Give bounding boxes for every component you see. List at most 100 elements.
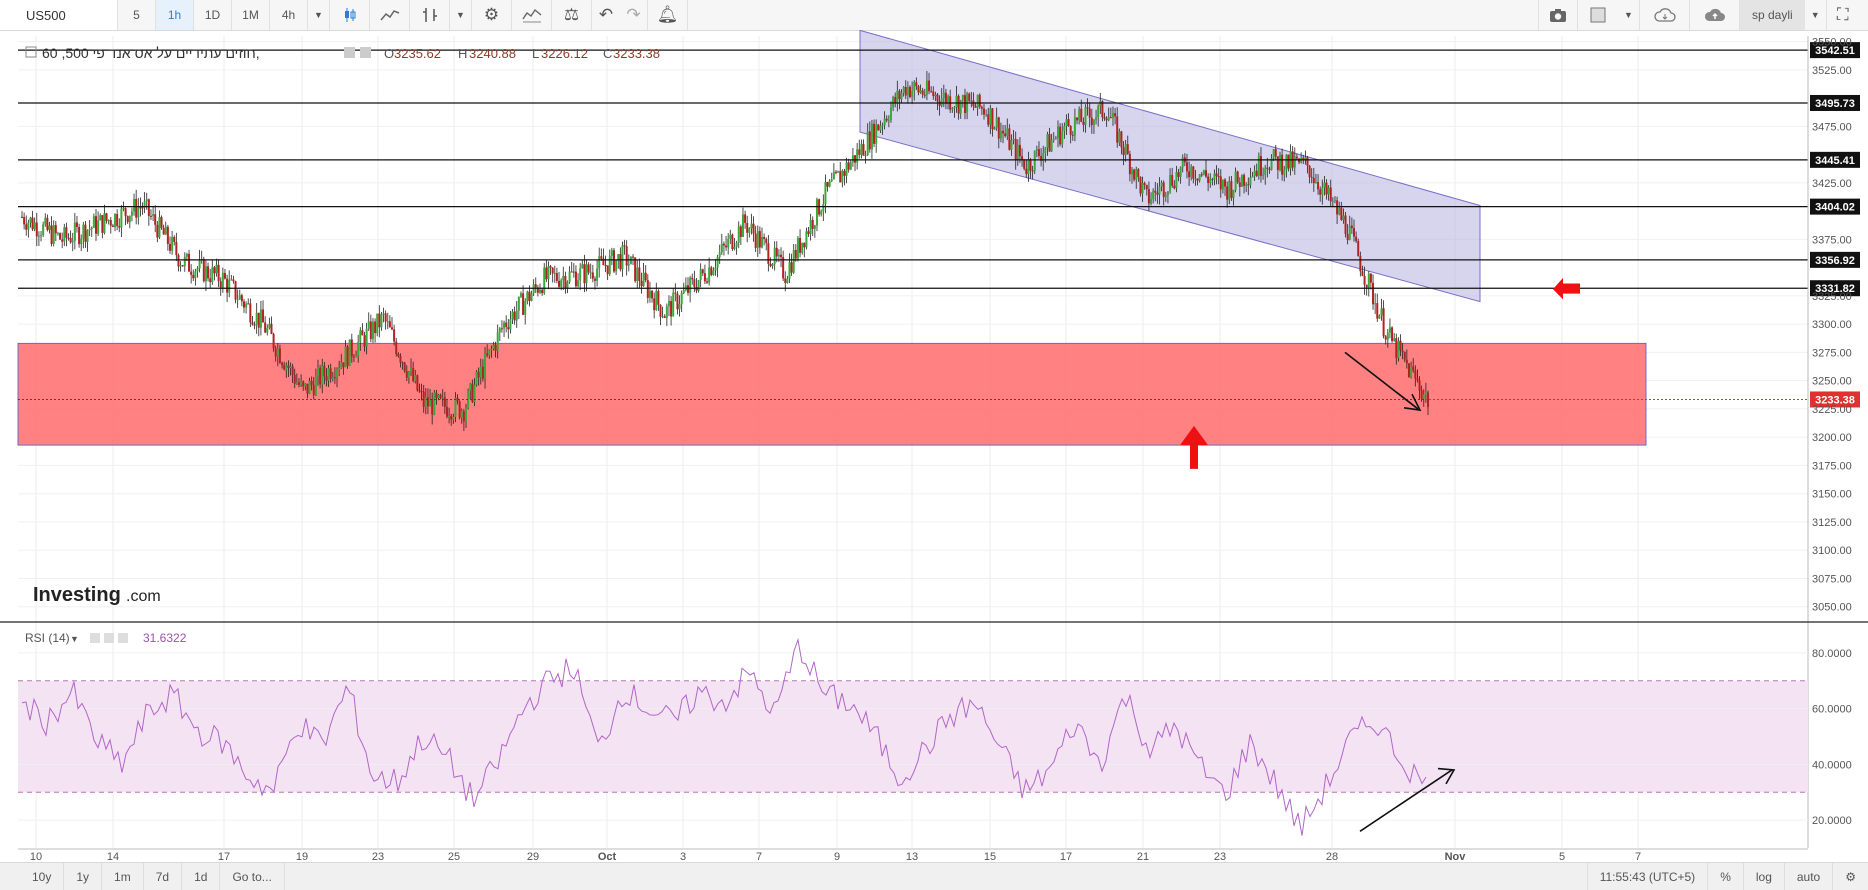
candle-body [980,106,983,109]
interval-1h-button[interactable]: 1h [156,0,194,30]
interval-4h-button[interactable]: 4h [270,0,308,30]
undo-icon[interactable]: ↶ [592,0,620,30]
layout-dropdown-icon[interactable]: ▼ [1618,0,1640,30]
candle-body [1188,171,1191,178]
candle-body [245,303,248,308]
legend-close-icon[interactable] [360,47,371,58]
candle-body [477,371,480,378]
cloud-save-icon[interactable] [1690,0,1740,30]
candle-body [541,289,544,294]
layout-square-icon[interactable] [1578,0,1618,30]
rsi-settings-icon[interactable] [104,633,114,643]
percent-scale-button[interactable]: % [1707,863,1743,890]
chart-type-dropdown-icon[interactable]: ▼ [450,0,472,30]
candle-body [883,118,886,126]
rsi-tick-label: 20.0000 [1812,815,1852,827]
candle-body [549,266,552,268]
descending-channel[interactable] [859,29,1481,303]
candle-body [1397,340,1400,359]
candle-body [86,230,89,242]
candle-body [1063,126,1066,132]
range-10y-button[interactable]: 10y [0,863,65,890]
candle-body [509,319,512,330]
candle-body [458,401,461,418]
interval-1m-button[interactable]: 1M [232,0,270,30]
fullscreen-icon[interactable]: ⛶ [1827,0,1859,30]
range-7d-button[interactable]: 7d [144,863,183,890]
range-1y-button[interactable]: 1y [64,863,103,890]
user-layout-button[interactable]: sp dayli [1740,0,1805,30]
candle-body [1407,363,1410,378]
support-zone[interactable] [17,342,1647,446]
candle-body [638,267,641,281]
legend-visibility-icon[interactable] [344,47,355,58]
candle-body [1173,185,1176,189]
close-label: C [603,46,612,61]
candle-body [615,259,618,272]
interval-5-button[interactable]: 5 [118,0,156,30]
candle-body [31,217,34,230]
interval-dropdown-icon[interactable]: ▼ [308,0,330,30]
candlestick-icon[interactable] [330,0,370,30]
candle-body [780,254,783,258]
price-chart-svg[interactable]: 3542.513495.733445.413404.023356.923331.… [0,29,1868,863]
candle-body [378,313,381,328]
range-1d-button[interactable]: 1d [182,863,221,890]
interval-1d-button[interactable]: 1D [194,0,232,30]
candle-body [391,327,393,330]
ohlc-bars-icon[interactable] [410,0,450,30]
log-scale-button[interactable]: log [1742,863,1784,890]
rsi-close-icon[interactable] [118,633,128,643]
x-tick-label: 23 [1214,851,1226,862]
compare-scale-icon[interactable]: ⚖ [552,0,592,30]
legend-collapse-icon[interactable] [25,46,37,58]
candle-body [746,222,749,233]
rsi-dropdown-icon[interactable]: ▼ [70,634,79,644]
candle-body [824,182,827,204]
candle-body [733,246,736,250]
candle-body [1399,340,1402,351]
candle-body [1365,284,1368,288]
candle-body [1249,177,1252,186]
x-tick-label: 9 [834,851,840,862]
auto-scale-button[interactable]: auto [1783,863,1832,890]
candle-body [1393,338,1396,342]
price-tick-label: 3200.00 [1812,432,1852,444]
user-layout-dropdown-icon[interactable]: ▼ [1805,0,1827,30]
range-1m-button[interactable]: 1m [102,863,144,890]
alert-bell-icon[interactable]: 🔔︎ [648,0,688,30]
candle-body [663,316,666,318]
candle-body [183,256,186,267]
settings-gear-icon[interactable]: ⚙ [472,0,512,30]
candle-body [564,275,567,289]
redo-icon[interactable]: ↷ [620,0,648,30]
candle-body [680,292,683,305]
goto-button[interactable]: Go to... [220,863,285,890]
candle-body [1247,184,1250,186]
candle-body [319,367,322,385]
candle-body [989,108,992,125]
rsi-visibility-icon[interactable] [90,633,100,643]
line-chart-icon[interactable] [370,0,410,30]
price-tick-label: 3225.00 [1812,404,1852,416]
candle-body [826,182,829,187]
candle-body [856,149,859,163]
candle-body [1092,120,1095,126]
candle-body [701,269,704,274]
indicators-icon[interactable] [512,0,552,30]
cloud-load-icon[interactable] [1640,0,1690,30]
camera-icon[interactable] [1538,0,1578,30]
candle-body [223,272,226,279]
candle-body [1008,128,1011,150]
candle-body [164,226,167,235]
symbol-input[interactable]: US500 [0,0,118,30]
toolbar-right: ▼ sp dayli ▼ ⛶ [1538,0,1859,30]
candle-body [1287,154,1290,169]
candle-body [600,256,603,259]
candle-body [676,293,679,310]
chart-area[interactable]: 3542.51 3495.73 3445.41 3404.02 3356.92 3331.… [0,29,1868,863]
candle-body [44,217,47,225]
candle-body [837,171,840,173]
chart-settings-gear-icon[interactable]: ⚙ [1832,863,1868,890]
candle-body [716,256,719,268]
